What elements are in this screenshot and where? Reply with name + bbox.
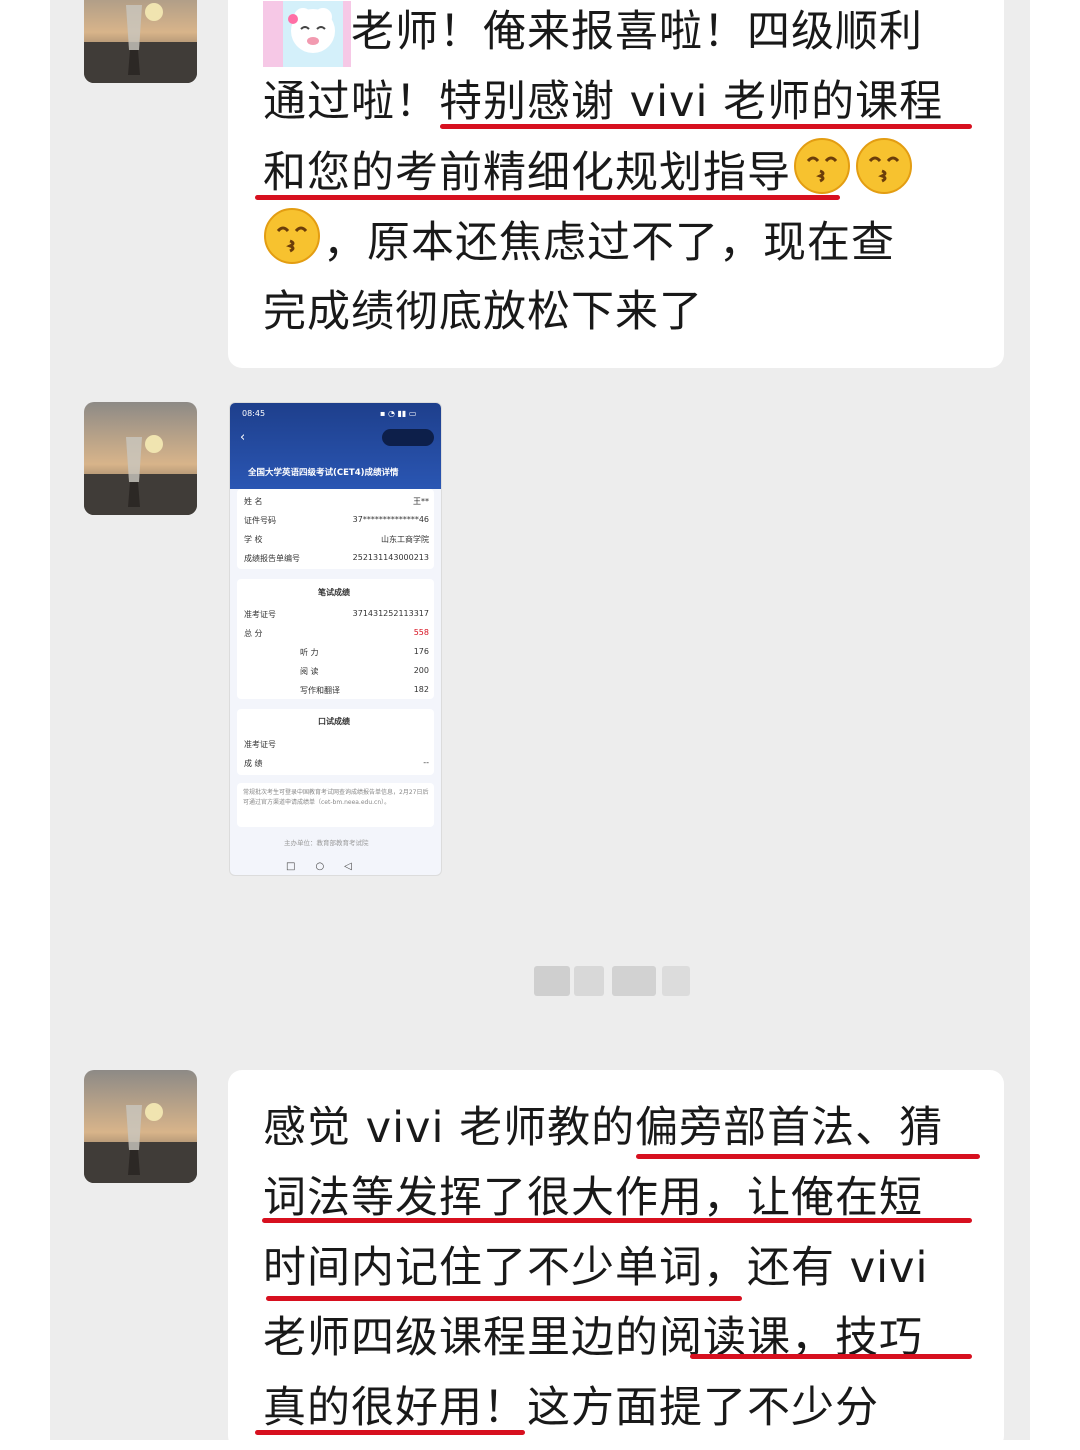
message-3-line-1: 感觉 vivi 老师教的偏旁部首法、猜 [263, 1103, 944, 1153]
message-3-line-3: 时间内记住了不少单词，还有 vivi [263, 1243, 929, 1293]
sender-avatar[interactable] [84, 0, 197, 83]
score-screenshot-image[interactable]: 08:45 ▪ ◔ ▮▮ ▭ ‹ 全国大学英语四级考试(CET4)成绩详情 姓 … [229, 402, 442, 876]
message-1-line-1: 老师！俺来报喜啦！四级顺利 [263, 0, 923, 67]
message-1-line-4: ，原本还焦虑过不了，现在查 [263, 207, 895, 277]
kissing-face-emoji-icon [793, 137, 851, 195]
kissing-face-emoji-icon [263, 207, 321, 265]
red-underline [262, 1218, 972, 1223]
status-icons: ▪ ◔ ▮▮ ▭ [380, 409, 417, 418]
red-underline [440, 124, 972, 129]
capsule-menu-button[interactable] [382, 429, 434, 446]
message-1-line-5: 完成绩彻底放松下来了 [263, 287, 703, 337]
kissing-face-emoji-icon [855, 137, 913, 195]
screenshot-title: 全国大学英语四级考试(CET4)成绩详情 [248, 468, 399, 478]
message-3-line-4: 老师四级课程里边的阅读课，技巧 [263, 1313, 923, 1363]
total-score: 558 [413, 628, 429, 637]
red-underline [266, 1296, 742, 1301]
red-underline [690, 1354, 972, 1359]
red-underline [255, 195, 840, 200]
android-nav-bar[interactable]: □ ○ ◁ [286, 857, 352, 872]
blurred-timestamp [528, 962, 700, 1000]
red-underline [636, 1154, 980, 1159]
sheep-sticker-icon [263, 1, 351, 67]
back-icon[interactable]: ‹ [240, 430, 245, 445]
sender-avatar[interactable] [84, 402, 197, 515]
status-time: 08:45 [242, 409, 266, 418]
red-underline [255, 1430, 525, 1435]
sender-avatar[interactable] [84, 1070, 197, 1183]
